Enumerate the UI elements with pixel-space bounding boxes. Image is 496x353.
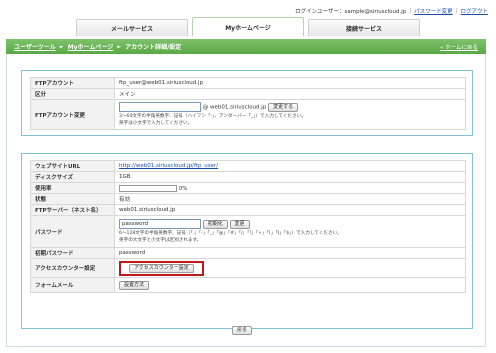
initial-password-label: 初期パスワード <box>30 247 115 259</box>
form-mail-setup-button[interactable]: 設置方法 <box>119 280 150 290</box>
back-button[interactable]: 戻る <box>232 326 253 335</box>
ftp-change-label: FTPアカウント変更 <box>30 99 115 130</box>
table-row: アクセスカウンター設定 アクセスカウンター設定 <box>30 258 466 278</box>
category-label: 区分 <box>30 88 115 100</box>
access-counter-button[interactable]: アクセスカウンター設定 <box>129 263 194 273</box>
separator: | <box>455 8 458 14</box>
ftp-note-1: 3～64文字の半角英数字、記号（ハイフン「-」、アンダーバー「_」）で入力してく… <box>119 114 306 119</box>
ftp-server-label: FTPサーバー（ネスト名） <box>30 204 115 216</box>
table-row: パスワード password 初期化 変更 6～128文字の半角英数字、記号（「… <box>30 215 466 248</box>
home-link[interactable]: « ホームに戻る <box>440 43 478 51</box>
table-row: フォームメール 設置方法 <box>30 277 466 293</box>
usage-percent-text: 0% <box>178 185 188 192</box>
service-tabs: メールサービス Myホームページ 接続サービス <box>76 17 420 36</box>
password-change-button[interactable]: 変更 <box>229 219 250 229</box>
password-note-2: 英字の大文字と小文字は区別されます。 <box>119 238 202 243</box>
tab-mail-service[interactable]: メールサービス <box>76 19 188 36</box>
access-counter-label: アクセスカウンター設定 <box>30 258 115 278</box>
table-row: FTPアカウント ftp_user@web01.siriuscloud.jp <box>30 77 466 89</box>
table-row: 初期パスワード password <box>30 247 466 259</box>
disk-size-value: 1GB <box>114 171 466 183</box>
breadcrumb-my-homepage[interactable]: Myホームページ <box>68 42 114 51</box>
ftp-change-cell: @ web01.siriuscloud.jp 変更する 3～64文字の半角英数字… <box>114 99 466 130</box>
logout-link[interactable]: ログアウト <box>460 7 488 15</box>
table-row: ウェブサイトURL http://web01.siriuscloud.jp/ft… <box>30 160 466 172</box>
password-init-button[interactable]: 初期化 <box>202 219 228 229</box>
disk-size-label: ディスクサイズ <box>30 171 115 183</box>
table-row: 使用率 0% <box>30 182 466 194</box>
ftp-note-2: 英字は小文字で入力してください。 <box>119 121 193 126</box>
table-row: 区分 メイン <box>30 88 466 100</box>
ftp-server-value: web01.siriuscloud.jp <box>114 204 466 216</box>
website-details-table: ウェブサイトURL http://web01.siriuscloud.jp/ft… <box>30 160 466 293</box>
breadcrumb-user-tools[interactable]: ユーザーツール <box>14 42 56 51</box>
ftp-account-value: ftp_user@web01.siriuscloud.jp <box>114 77 466 89</box>
separator: | <box>409 8 412 14</box>
ftp-account-table: FTPアカウント ftp_user@web01.siriuscloud.jp 区… <box>30 77 466 130</box>
password-label: パスワード <box>30 215 115 248</box>
access-counter-cell: アクセスカウンター設定 <box>114 258 466 278</box>
initial-password-value: password <box>114 247 466 259</box>
usage-progress-bar <box>119 184 177 192</box>
password-cell: password 初期化 変更 6～128文字の半角英数字、記号（「.」「-」「… <box>114 215 466 248</box>
usage-label: 使用率 <box>30 182 115 194</box>
content-area: FTPアカウント ftp_user@web01.siriuscloud.jp 区… <box>6 54 486 346</box>
domain-suffix: @ web01.siriuscloud.jp <box>202 104 267 111</box>
category-value: メイン <box>114 88 466 100</box>
login-user-label: ログインユーザー：sample@siriuscloud.jp <box>295 9 407 15</box>
website-url-label: ウェブサイトURL <box>30 160 115 172</box>
tab-my-homepage[interactable]: Myホームページ <box>192 17 304 36</box>
status-label: 状態 <box>30 193 115 205</box>
website-details-panel: ウェブサイトURL http://web01.siriuscloud.jp/ft… <box>21 153 473 329</box>
breadcrumb: ユーザーツール ► Myホームページ ► アカウント詳細/設定 « ホームに戻る <box>6 39 486 54</box>
breadcrumb-arrow-icon: ► <box>59 43 64 50</box>
table-row: FTPサーバー（ネスト名） web01.siriuscloud.jp <box>30 204 466 216</box>
user-bar: ログインユーザー：sample@siriuscloud.jp | パスワード変更… <box>295 6 488 16</box>
access-counter-highlight: アクセスカウンター設定 <box>119 260 204 276</box>
ftp-account-label: FTPアカウント <box>30 77 115 89</box>
ftp-change-button[interactable]: 変更する <box>268 102 299 112</box>
usage-cell: 0% <box>114 182 466 194</box>
table-row: 状態 有効 <box>30 193 466 205</box>
tab-connection-service[interactable]: 接続サービス <box>308 19 420 36</box>
status-value: 有効 <box>114 193 466 205</box>
ftp-account-input[interactable] <box>119 102 201 112</box>
ftp-account-panel: FTPアカウント ftp_user@web01.siriuscloud.jp 区… <box>21 70 473 136</box>
table-row: ディスクサイズ 1GB <box>30 171 466 183</box>
breadcrumb-current: アカウント詳細/設定 <box>125 44 182 51</box>
change-password-link[interactable]: パスワード変更 <box>414 7 453 15</box>
table-row: FTPアカウント変更 @ web01.siriuscloud.jp 変更する 3… <box>30 99 466 130</box>
divider <box>6 346 486 347</box>
form-mail-cell: 設置方法 <box>114 277 466 293</box>
breadcrumb-arrow-icon: ► <box>117 43 122 50</box>
form-mail-label: フォームメール <box>30 277 115 293</box>
password-input[interactable]: password <box>119 219 201 229</box>
website-url-link[interactable]: http://web01.siriuscloud.jp/ftp_user/ <box>119 163 218 169</box>
password-note-1: 6～128文字の半角英数字、記号（「.」「-」「_」「@」「#」「/」「!」「+… <box>119 231 342 236</box>
